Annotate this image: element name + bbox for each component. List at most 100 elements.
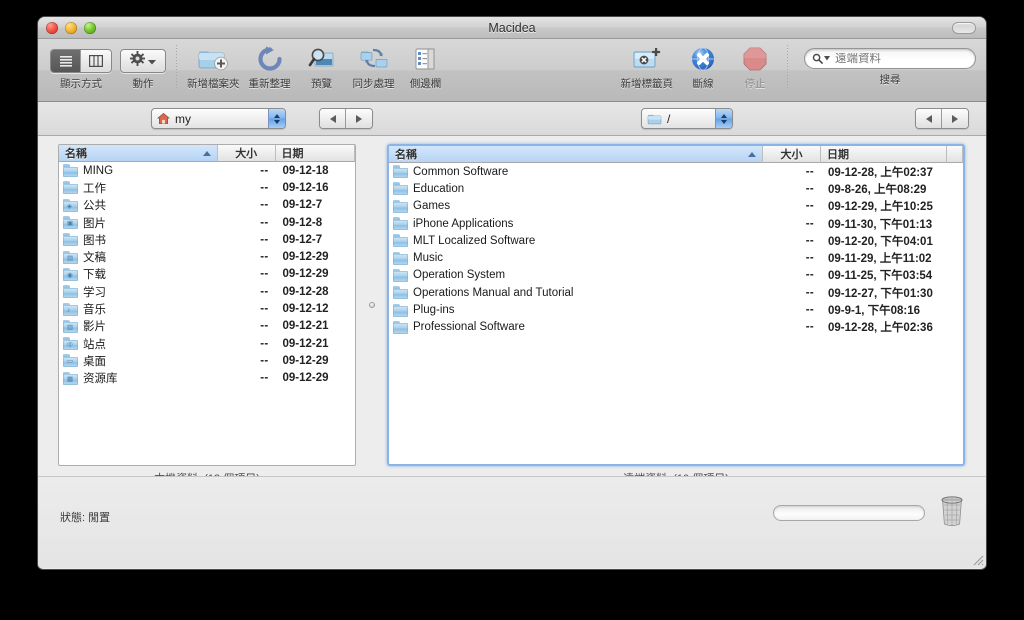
local-nav-buttons[interactable] bbox=[319, 108, 373, 129]
sync-icon bbox=[359, 43, 389, 75]
local-path-popup[interactable]: my bbox=[151, 108, 286, 129]
minimize-button[interactable] bbox=[65, 22, 77, 34]
view-mode-control[interactable]: 顯示方式 bbox=[46, 43, 116, 91]
remote-file-pane[interactable]: 名稱 大小 日期 Common Software -- 09-12-28, 上午02… bbox=[387, 144, 965, 466]
remote-column-size[interactable]: 大小 bbox=[763, 146, 821, 163]
table-row[interactable]: ▥ 影片 -- 09-12-21 bbox=[59, 318, 355, 335]
file-name-cell: Operation System bbox=[389, 268, 763, 282]
local-forward-button[interactable] bbox=[346, 109, 372, 128]
remote-file-list[interactable]: Common Software -- 09-12-28, 上午02:37 Educat… bbox=[389, 163, 963, 464]
table-row[interactable]: ▦ 资源库 -- 09-12-29 bbox=[59, 370, 355, 387]
action-label: 動作 bbox=[132, 78, 154, 90]
file-size-cell: -- bbox=[805, 165, 814, 178]
toolbar-toggle-button[interactable] bbox=[952, 22, 976, 34]
remote-forward-button[interactable] bbox=[942, 109, 968, 128]
sort-ascending-icon bbox=[202, 150, 211, 156]
local-column-date[interactable]: 日期 bbox=[275, 145, 355, 162]
remote-scrollbar-gutter[interactable] bbox=[947, 146, 963, 163]
disconnect-icon bbox=[688, 43, 718, 75]
folder-icon bbox=[393, 199, 408, 213]
table-row[interactable]: Education -- 09-8-26, 上午08:29 bbox=[389, 180, 963, 197]
list-view-icon[interactable] bbox=[51, 49, 81, 72]
remote-path-stepper[interactable] bbox=[715, 109, 732, 128]
pane-splitter[interactable] bbox=[359, 144, 384, 466]
file-date-cell: 09-11-25, 下午03:54 bbox=[828, 270, 933, 283]
stop-button[interactable]: 停止 bbox=[729, 43, 781, 91]
folder-icon bbox=[63, 285, 78, 299]
local-file-list[interactable]: MING -- 09-12-18 工作 -- 09-12-16 ◈ 公共 -- 09-12-7 ▣ 图… bbox=[59, 162, 355, 465]
file-name-cell: 图书 bbox=[59, 232, 218, 248]
disconnect-button[interactable]: 斷線 bbox=[677, 43, 729, 91]
table-row[interactable]: 工作 -- 09-12-16 bbox=[59, 179, 355, 196]
table-row[interactable]: Operations Manual and Tutorial -- 09-12-27… bbox=[389, 284, 963, 301]
folder-icon bbox=[63, 164, 78, 178]
local-file-pane[interactable]: 名稱 大小 日期 MING -- 09-12-18 工作 -- 09-12-16 ◈ 公共 --… bbox=[58, 144, 356, 466]
file-name-label: 下载 bbox=[83, 269, 106, 282]
table-row[interactable]: ▣ 图片 -- 09-12-8 bbox=[59, 214, 355, 231]
table-row[interactable]: ♪ 音乐 -- 09-12-12 bbox=[59, 300, 355, 317]
file-size-cell: -- bbox=[260, 181, 269, 194]
file-date-cell: 09-12-29, 上午10:25 bbox=[828, 201, 933, 214]
file-date-cell: 09-12-27, 下午01:30 bbox=[828, 287, 933, 300]
action-menu[interactable]: 動作 bbox=[116, 43, 170, 91]
file-date-cell: 09-12-16 bbox=[282, 181, 329, 194]
table-row[interactable]: 学习 -- 09-12-28 bbox=[59, 283, 355, 300]
table-row[interactable]: Common Software -- 09-12-28, 上午02:37 bbox=[389, 163, 963, 180]
table-row[interactable]: Plug-ins -- 09-9-1, 下午08:16 bbox=[389, 301, 963, 318]
remote-nav-buttons[interactable] bbox=[915, 108, 969, 129]
table-row[interactable]: iPhone Applications -- 09-11-30, 下午01:13 bbox=[389, 215, 963, 232]
remote-path-popup[interactable]: / bbox=[641, 108, 733, 129]
search-input[interactable] bbox=[835, 52, 963, 65]
file-size-cell: -- bbox=[260, 372, 269, 385]
close-button[interactable] bbox=[46, 22, 58, 34]
table-row[interactable]: ▭ 桌面 -- 09-12-29 bbox=[59, 352, 355, 369]
file-date-cell: 09-12-21 bbox=[282, 337, 329, 350]
sync-button[interactable]: 同步處理 bbox=[348, 43, 400, 91]
sidebar-button[interactable]: 側邊欄 bbox=[400, 43, 452, 91]
disconnect-label: 斷線 bbox=[692, 78, 714, 90]
table-row[interactable]: ◉ 下载 -- 09-12-29 bbox=[59, 266, 355, 283]
folder-icon: ◎ bbox=[63, 337, 78, 351]
table-row[interactable]: MLT Localized Software -- 09-12-20, 下午04:0… bbox=[389, 232, 963, 249]
table-row[interactable]: ◈ 公共 -- 09-12-7 bbox=[59, 197, 355, 214]
table-row[interactable]: ▤ 文稿 -- 09-12-29 bbox=[59, 248, 355, 265]
folder-icon bbox=[393, 320, 408, 334]
table-row[interactable]: Operation System -- 09-11-25, 下午03:54 bbox=[389, 267, 963, 284]
remote-column-name[interactable]: 名稱 bbox=[389, 146, 763, 163]
preview-button[interactable]: 預覽 bbox=[296, 43, 348, 91]
trash-icon[interactable] bbox=[937, 493, 967, 529]
file-name-label: MING bbox=[83, 164, 114, 177]
table-row[interactable]: ◎ 站点 -- 09-12-21 bbox=[59, 335, 355, 352]
file-size-cell: -- bbox=[805, 234, 814, 247]
resize-grip-icon[interactable] bbox=[971, 553, 984, 566]
folder-icon: ▦ bbox=[63, 371, 78, 385]
zoom-button[interactable] bbox=[84, 22, 96, 34]
sidebar-icon bbox=[413, 43, 439, 75]
panes-container: 名稱 大小 日期 MING -- 09-12-18 工作 -- 09-12-16 ◈ 公共 --… bbox=[38, 136, 986, 485]
file-size-cell: -- bbox=[260, 337, 269, 350]
file-name-label: MLT Localized Software bbox=[413, 234, 536, 247]
local-back-button[interactable] bbox=[320, 109, 346, 128]
column-view-icon[interactable] bbox=[81, 49, 111, 72]
table-row[interactable]: Music -- 09-11-29, 上午11:02 bbox=[389, 249, 963, 266]
table-row[interactable]: MING -- 09-12-18 bbox=[59, 162, 355, 179]
local-column-size[interactable]: 大小 bbox=[217, 145, 276, 162]
search-icon[interactable] bbox=[812, 53, 830, 64]
window-title: Macidea bbox=[488, 21, 536, 35]
file-date-cell: 09-12-29 bbox=[282, 354, 329, 367]
new-folder-button[interactable]: 新增檔案夾 bbox=[183, 43, 244, 91]
refresh-button[interactable]: 重新整理 bbox=[244, 43, 296, 91]
local-path-stepper[interactable] bbox=[268, 109, 285, 128]
local-column-name[interactable]: 名稱 bbox=[59, 145, 218, 162]
table-row[interactable]: Games -- 09-12-29, 上午10:25 bbox=[389, 198, 963, 215]
table-row[interactable]: Professional Software -- 09-12-28, 上午02:36 bbox=[389, 319, 963, 336]
file-name-cell: ▥ 影片 bbox=[59, 318, 218, 334]
new-tab-button[interactable]: 新增標籤頁 bbox=[617, 43, 678, 91]
view-mode-label: 顯示方式 bbox=[60, 78, 102, 90]
folder-icon: ◈ bbox=[63, 198, 78, 212]
remote-column-date[interactable]: 日期 bbox=[821, 146, 947, 163]
remote-back-button[interactable] bbox=[916, 109, 942, 128]
file-date-cell: 09-12-7 bbox=[282, 233, 323, 246]
table-row[interactable]: 图书 -- 09-12-7 bbox=[59, 231, 355, 248]
search-field[interactable] bbox=[804, 48, 976, 69]
